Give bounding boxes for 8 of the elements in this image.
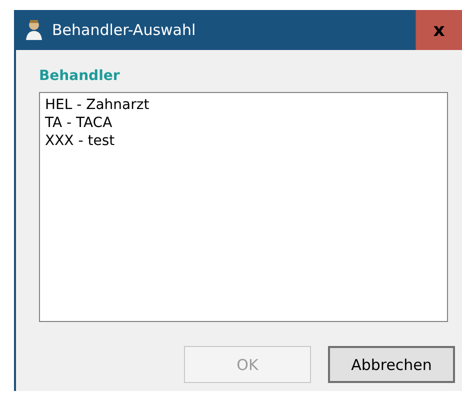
list-item[interactable]: TA - TACA [45, 114, 112, 132]
dialog-button[interactable]: Abbrechen [328, 346, 455, 383]
person-icon [24, 19, 44, 41]
list-item[interactable]: XXX - test [45, 132, 115, 150]
window-title: Behandler-Auswahl [52, 21, 197, 39]
group-label: Behandler [39, 67, 120, 86]
close-button[interactable]: x [415, 10, 462, 50]
list-item[interactable]: HEL - Zahnarzt [45, 96, 150, 114]
